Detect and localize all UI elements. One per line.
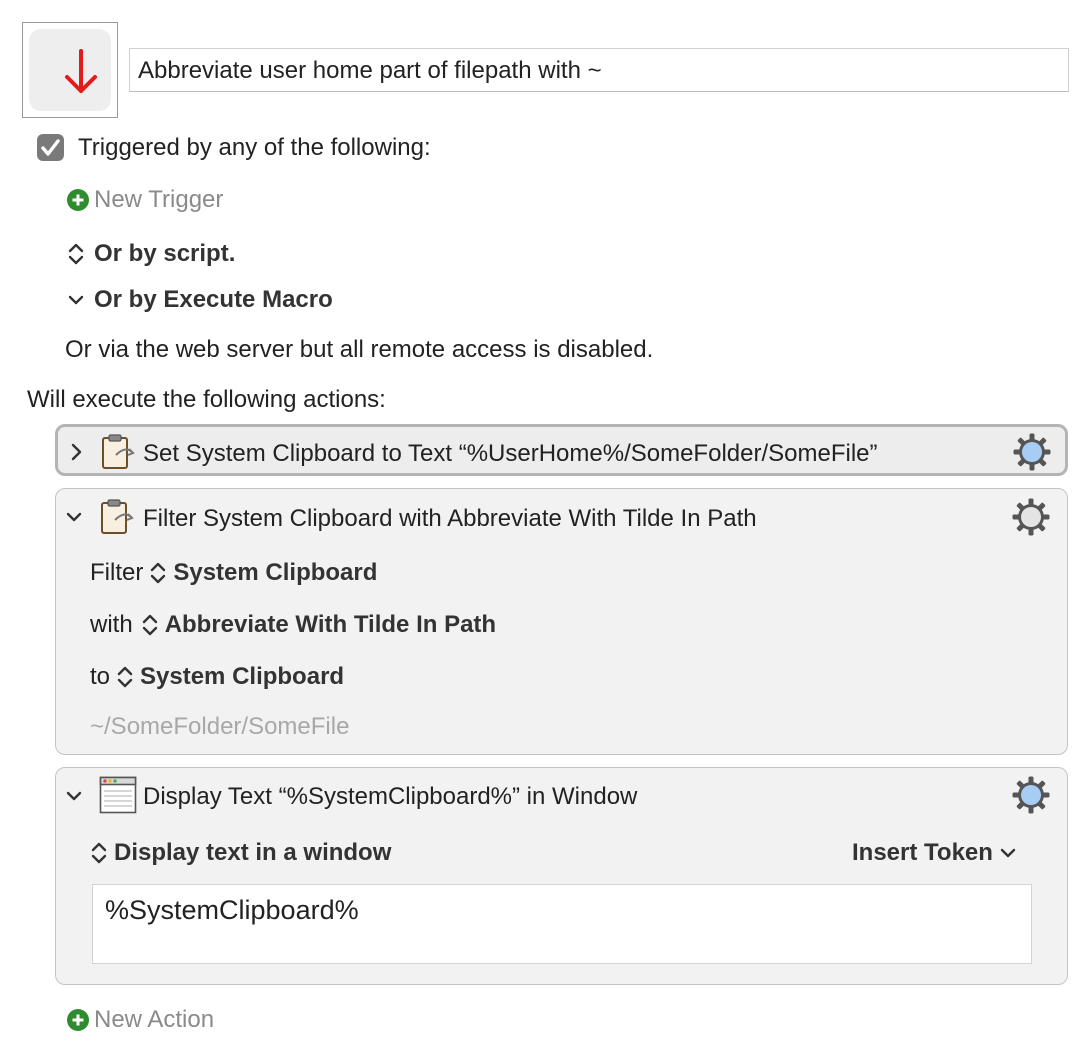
plus-circle-icon — [67, 1009, 89, 1031]
or-by-script-label: Or by script. — [94, 240, 236, 267]
macro-name-text: Abbreviate user home part of filepath wi… — [138, 57, 602, 84]
window-icon — [99, 776, 137, 814]
action-title: Display Text “%SystemClipboard%” in Wind… — [143, 783, 638, 810]
action-set-clipboard[interactable]: Set System Clipboard to Text “%UserHome%… — [55, 424, 1068, 476]
up-down-chevron-icon — [142, 614, 157, 636]
gear-icon[interactable] — [1011, 497, 1051, 537]
clipboard-icon — [101, 499, 134, 534]
display-text-field[interactable]: %SystemClipboard% — [92, 884, 1032, 964]
insert-token-menu[interactable]: Insert Token — [852, 839, 1017, 867]
insert-token-label: Insert Token — [852, 839, 993, 866]
macro-icon-well[interactable] — [22, 22, 118, 118]
or-by-execute-macro-toggle[interactable]: Or by Execute Macro — [66, 286, 333, 314]
up-down-chevron-icon — [91, 842, 107, 864]
new-action-button[interactable]: New Action — [66, 1006, 215, 1033]
filter-label: Filter — [90, 559, 144, 586]
new-trigger-label: New Trigger — [94, 186, 224, 213]
display-mode-value: Display text in a window — [114, 839, 392, 866]
gear-icon[interactable] — [1012, 432, 1052, 472]
filter-source-popup[interactable]: System Clipboard — [149, 559, 377, 587]
chevron-down-icon[interactable] — [64, 508, 84, 526]
actions-header: Will execute the following actions: — [27, 386, 386, 413]
or-by-execute-macro-label: Or by Execute Macro — [94, 286, 333, 313]
chevron-down-icon — [68, 295, 84, 305]
action-title: Set System Clipboard to Text “%UserHome%… — [143, 440, 878, 467]
filter-destination-row: to System Clipboard — [90, 663, 344, 691]
new-action-label: New Action — [94, 1006, 215, 1033]
clipboard-icon — [102, 434, 135, 469]
chevron-down-icon[interactable] — [64, 787, 84, 805]
web-server-note: Or via the web server but all remote acc… — [65, 336, 654, 363]
filter-destination-value: System Clipboard — [140, 663, 345, 690]
up-down-chevron-icon — [117, 666, 133, 688]
triggers-enabled-checkbox[interactable] — [37, 134, 64, 161]
gear-icon[interactable] — [1011, 775, 1051, 815]
action-title: Filter System Clipboard with Abbreviate … — [143, 505, 757, 532]
up-down-chevron-icon — [68, 243, 84, 265]
filter-source-row: Filter System Clipboard — [90, 559, 377, 587]
display-mode-popup[interactable]: Display text in a window — [90, 839, 391, 867]
macro-icon-background — [29, 29, 111, 111]
or-by-script-toggle[interactable]: Or by script. — [66, 240, 235, 268]
with-label: with — [90, 611, 133, 638]
checkmark-icon — [41, 139, 60, 156]
chevron-right-icon[interactable] — [67, 442, 85, 462]
macro-name-field[interactable]: Abbreviate user home part of filepath wi… — [129, 48, 1069, 92]
filter-destination-popup[interactable]: System Clipboard — [116, 663, 344, 691]
filter-type-value: Abbreviate With Tilde In Path — [164, 611, 497, 638]
filter-source-value: System Clipboard — [173, 559, 378, 586]
filter-with-row: with Abbreviate With Tilde In Path — [90, 611, 496, 639]
to-label: to — [90, 663, 111, 690]
new-trigger-button[interactable]: New Trigger — [66, 186, 224, 213]
down-arrow-icon — [65, 49, 97, 93]
triggers-label: Triggered by any of the following: — [78, 134, 431, 161]
up-down-chevron-icon — [151, 562, 166, 584]
display-text-value: %SystemClipboard% — [105, 895, 359, 925]
chevron-down-icon — [1000, 848, 1016, 858]
filter-preview-text: ~/SomeFolder/SomeFile — [90, 713, 350, 740]
plus-circle-icon — [67, 189, 89, 211]
filter-type-popup[interactable]: Abbreviate With Tilde In Path — [141, 611, 496, 639]
action-filter-clipboard[interactable]: Filter System Clipboard with Abbreviate … — [55, 488, 1068, 755]
